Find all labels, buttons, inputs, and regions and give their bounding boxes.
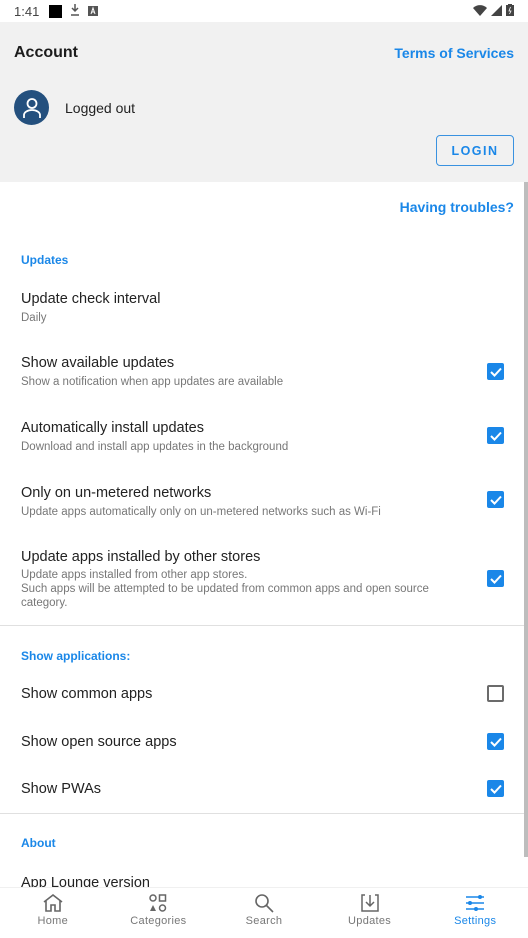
pref-title: Update apps installed by other stores — [21, 549, 261, 565]
pref-unmetered-networks[interactable]: Only on un-metered networks Update apps … — [0, 472, 524, 528]
login-button[interactable]: LOGIN — [436, 135, 514, 166]
pref-title: Show available updates — [21, 355, 175, 371]
pref-title: Show open source apps — [21, 734, 177, 750]
pref-summary: Update apps installed from other app sto… — [21, 569, 429, 609]
check-icon — [489, 495, 502, 505]
check-icon — [489, 367, 502, 377]
categories-icon — [149, 894, 167, 912]
check-icon — [489, 784, 502, 794]
avatar — [14, 90, 49, 125]
status-time: 1:41 — [14, 3, 40, 19]
pref-summary: Show a notification when app updates are… — [21, 376, 284, 388]
pref-update-check-interval[interactable]: Update check interval Daily — [0, 278, 524, 330]
updates-icon — [360, 894, 379, 912]
section-header-show-applications: Show applications: — [21, 649, 131, 663]
login-status: Logged out — [65, 100, 136, 116]
user-icon — [22, 97, 41, 118]
pref-summary: Download and install app updates in the … — [21, 441, 289, 453]
nav-label: Updates — [348, 915, 392, 927]
section-header-about: About — [21, 836, 56, 850]
check-icon — [489, 431, 502, 441]
pref-show-available-updates[interactable]: Show available updates Show a notificati… — [0, 342, 524, 398]
pref-title: Only on un-metered networks — [21, 485, 212, 501]
battery-icon — [506, 3, 514, 19]
nav-home[interactable]: Home — [0, 888, 106, 938]
signal-icon — [491, 4, 502, 19]
account-panel: Account Terms of Services Logged out LOG… — [0, 22, 528, 182]
pref-update-other-stores[interactable]: Update apps installed by other stores Up… — [0, 536, 524, 616]
checkbox-show-available-updates[interactable] — [487, 363, 504, 380]
pref-show-open-source-apps[interactable]: Show open source apps — [0, 720, 524, 764]
divider — [0, 625, 524, 626]
pref-app-lounge-version[interactable]: App Lounge version — [0, 862, 524, 887]
pref-summary: Daily — [21, 312, 47, 324]
home-icon — [43, 893, 63, 912]
check-icon — [489, 574, 502, 584]
nav-label: Settings — [454, 915, 497, 927]
search-icon — [255, 894, 274, 913]
pref-show-pwas[interactable]: Show PWAs — [0, 767, 524, 811]
notification-square-icon — [49, 4, 63, 18]
pref-title: Update check interval — [21, 291, 161, 307]
nav-categories[interactable]: Categories — [106, 888, 212, 938]
a-badge-icon — [88, 4, 99, 19]
pref-title: Show common apps — [21, 686, 153, 702]
settings-list[interactable]: Having troubles? Updates Update check in… — [0, 182, 528, 887]
nav-search[interactable]: Search — [211, 888, 317, 938]
checkbox-show-common-apps[interactable] — [487, 685, 504, 702]
pref-title: Automatically install updates — [21, 420, 204, 436]
having-troubles-link[interactable]: Having troubles? — [400, 199, 514, 215]
nav-updates[interactable]: Updates — [317, 888, 423, 938]
account-title: Account — [14, 44, 78, 61]
pref-auto-install-updates[interactable]: Automatically install updates Download a… — [0, 407, 524, 463]
status-bar: 1:41 — [0, 0, 528, 22]
bottom-nav: Home Categories Search Updates Settings — [0, 887, 528, 938]
wifi-icon — [473, 4, 487, 19]
checkbox-unmetered-networks[interactable] — [487, 491, 504, 508]
pref-summary: Update apps automatically only on un-met… — [21, 506, 381, 518]
nav-label: Categories — [130, 915, 187, 927]
download-icon — [70, 3, 80, 19]
checkbox-show-pwas[interactable] — [487, 780, 504, 797]
pref-show-common-apps[interactable]: Show common apps — [0, 672, 524, 716]
checkbox-update-other-stores[interactable] — [487, 570, 504, 587]
checkbox-show-open-source-apps[interactable] — [487, 733, 504, 750]
terms-of-services-link[interactable]: Terms of Services — [394, 45, 514, 61]
checkbox-auto-install-updates[interactable] — [487, 427, 504, 444]
pref-title: App Lounge version — [21, 875, 150, 887]
scrollbar[interactable] — [524, 182, 528, 857]
nav-label: Home — [37, 915, 69, 927]
settings-icon — [466, 895, 485, 911]
nav-settings[interactable]: Settings — [422, 888, 528, 938]
check-icon — [489, 737, 502, 747]
section-header-updates: Updates — [21, 253, 69, 267]
nav-label: Search — [245, 915, 283, 927]
pref-title: Show PWAs — [21, 781, 102, 797]
divider — [0, 813, 524, 814]
